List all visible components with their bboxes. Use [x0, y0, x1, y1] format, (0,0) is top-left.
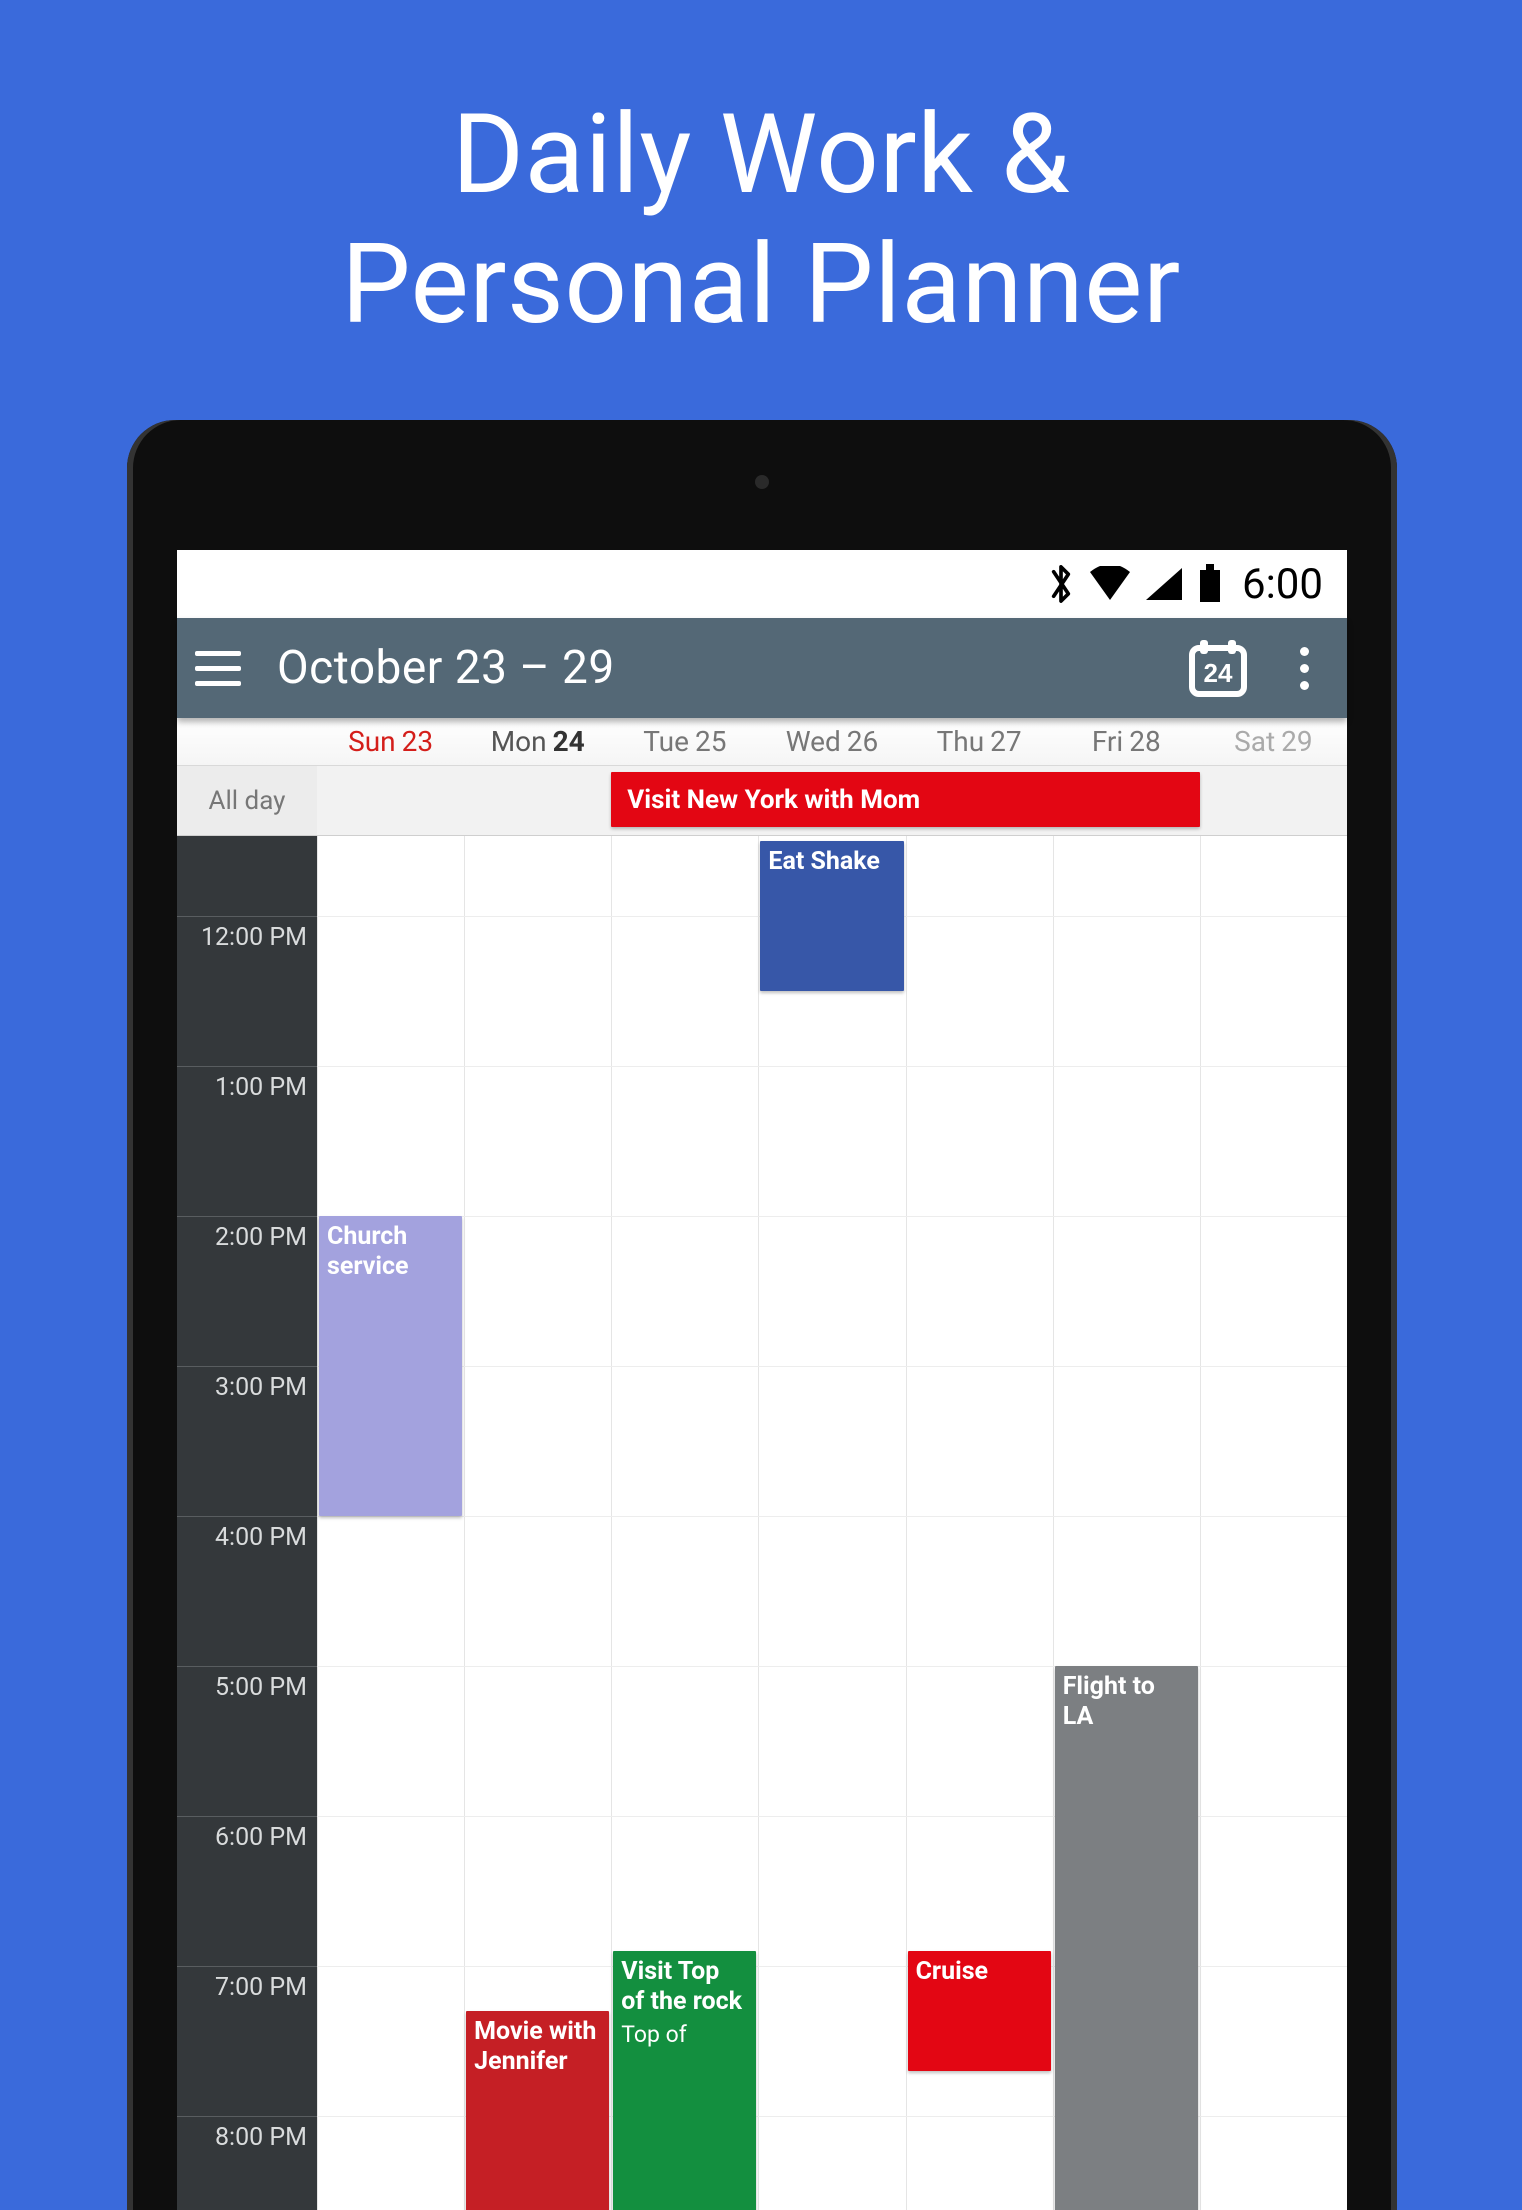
time-slot: 7:00 PM	[177, 1966, 317, 2116]
day-header-sat[interactable]: Sat 29	[1200, 718, 1347, 765]
calendar-event[interactable]: Flight to LA	[1055, 1666, 1198, 2210]
allday-event[interactable]: Visit New York with Mom	[611, 772, 1200, 827]
time-slot: 6:00 PM	[177, 1816, 317, 1966]
all-day-cols: Visit New York with Mom	[317, 766, 1347, 835]
all-day-row: All day Visit New York with Mom	[177, 766, 1347, 836]
time-column: 12:00 PM1:00 PM2:00 PM3:00 PM4:00 PM5:00…	[177, 836, 317, 2210]
time-slot: 8:00 PM	[177, 2116, 317, 2210]
calendar-event[interactable]: Eat Shake	[760, 841, 903, 991]
status-bar: 6:00	[177, 550, 1347, 618]
wifi-icon	[1088, 566, 1132, 602]
app-bar: October 23 – 29 24	[177, 618, 1347, 718]
tablet-frame: 6:00 October 23 – 29 24	[127, 420, 1397, 2210]
day-header-fri[interactable]: Fri 28	[1053, 718, 1200, 765]
time-slot: 2:00 PM	[177, 1216, 317, 1366]
calendar-event[interactable]: Movie with Jennifer	[466, 2011, 609, 2210]
day-column[interactable]	[758, 836, 905, 2210]
hero-line2: Personal Planner	[0, 220, 1522, 350]
day-header-sun[interactable]: Sun 23	[317, 718, 464, 765]
tablet-camera	[755, 475, 769, 489]
overflow-menu-button[interactable]	[1279, 629, 1329, 707]
status-time: 6:00	[1242, 560, 1323, 609]
cell-signal-icon	[1144, 566, 1184, 602]
day-column[interactable]	[317, 836, 464, 2210]
bluetooth-icon	[1046, 562, 1076, 606]
appbar-title[interactable]: October 23 – 29	[277, 641, 615, 695]
calendar-event[interactable]: Church service	[319, 1216, 462, 1516]
time-slot: 1:00 PM	[177, 1066, 317, 1216]
day-header-tue[interactable]: Tue 25	[611, 718, 758, 765]
today-button[interactable]: 24	[1179, 629, 1257, 707]
day-header-row: Sun 23Mon 24Tue 25Wed 26Thu 27Fri 28Sat …	[177, 718, 1347, 766]
all-day-label: All day	[177, 766, 317, 835]
time-slot: 12:00 PM	[177, 916, 317, 1066]
app-screen: 6:00 October 23 – 29 24	[177, 550, 1347, 2210]
day-header-mon[interactable]: Mon 24	[464, 718, 611, 765]
time-slot	[177, 836, 317, 916]
calendar-event[interactable]: Cruise	[908, 1951, 1051, 2071]
time-slot: 3:00 PM	[177, 1366, 317, 1516]
calendar-event[interactable]: Visit Top of the rockTop of	[613, 1951, 756, 2210]
hero-line1: Daily Work &	[452, 90, 1070, 219]
days-grid[interactable]: Eat Shake Church service Flight to LA Movie…	[317, 836, 1347, 2210]
battery-icon	[1196, 564, 1224, 604]
calendar-grid[interactable]: 12:00 PM1:00 PM2:00 PM3:00 PM4:00 PM5:00…	[177, 836, 1347, 2210]
svg-text:24: 24	[1204, 658, 1233, 688]
day-header-wed[interactable]: Wed 26	[758, 718, 905, 765]
day-column[interactable]	[1200, 836, 1347, 2210]
time-slot: 5:00 PM	[177, 1666, 317, 1816]
hero-title: Daily Work & Personal Planner	[0, 0, 1522, 350]
day-header-thu[interactable]: Thu 27	[906, 718, 1053, 765]
day-column[interactable]	[464, 836, 611, 2210]
menu-button[interactable]	[195, 638, 255, 698]
time-slot: 4:00 PM	[177, 1516, 317, 1666]
